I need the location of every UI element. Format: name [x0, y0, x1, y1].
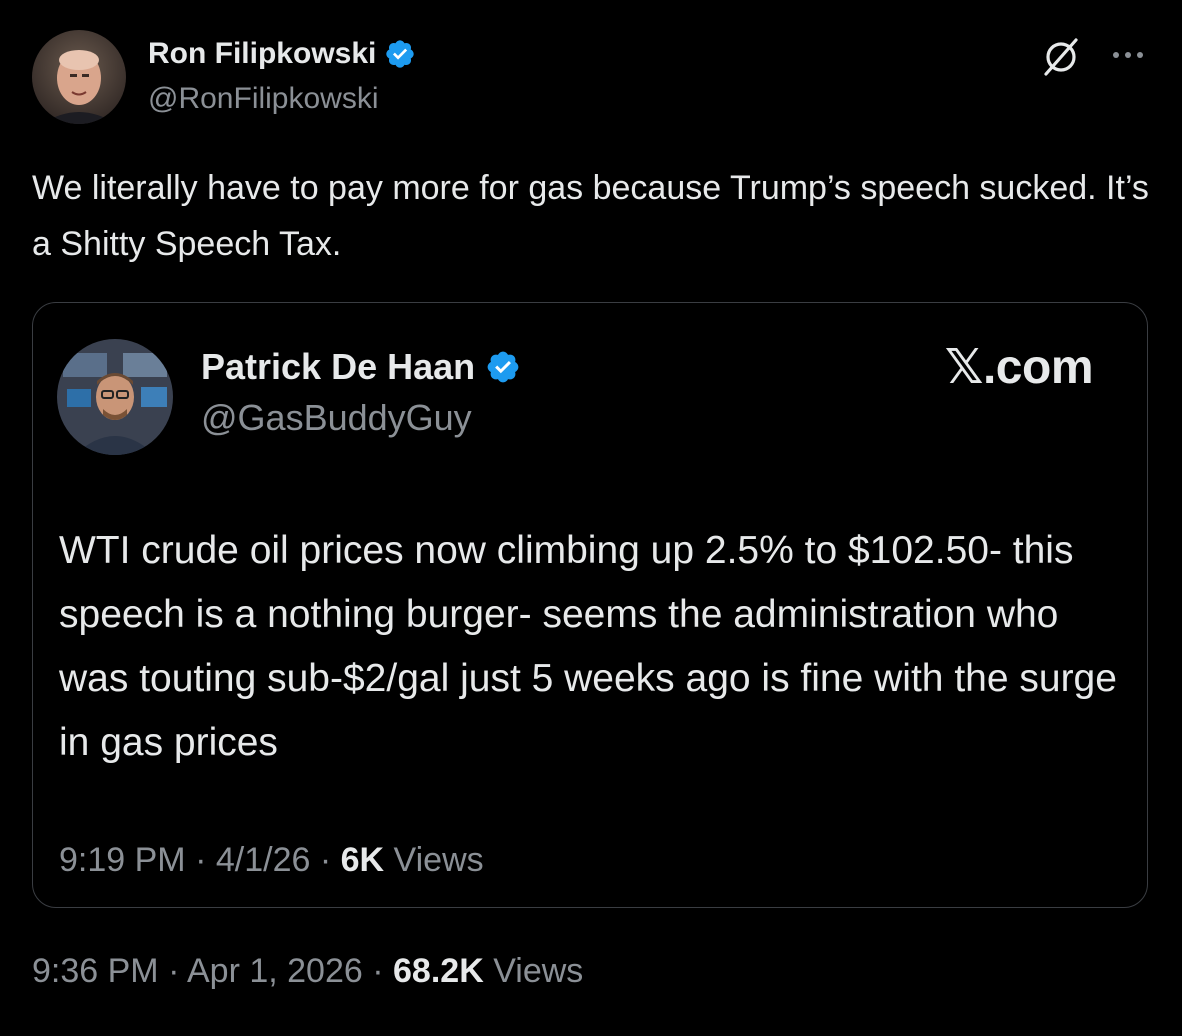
tweet-date[interactable]: Apr 1, 2026 [187, 952, 363, 990]
quote-text: WTI crude oil prices now climbing up 2.5… [59, 529, 1117, 764]
author-avatar[interactable] [32, 30, 126, 124]
quote-author-avatar[interactable] [57, 339, 173, 455]
x-com-watermark: 𝕏.com [944, 341, 1094, 394]
verified-badge-icon [386, 40, 415, 68]
tweet: Ron Filipkowski @RonFilipkowski We liter… [0, 0, 1182, 1036]
author-name[interactable]: Ron Filipkowski [148, 37, 376, 71]
author-handle[interactable]: @RonFilipkowski [148, 82, 379, 116]
verified-badge-icon [487, 351, 519, 383]
tweet-views-label[interactable]: Views [493, 952, 583, 990]
tweet-metadata: 9:36 PM · Apr 1, 2026 · 68.2K Views [32, 952, 583, 991]
quote-time: 9:19 PM [59, 841, 186, 879]
tweet-views-count[interactable]: 68.2K [393, 952, 484, 990]
quote-author-handle[interactable]: @GasBuddyGuy [201, 397, 472, 439]
quoted-tweet-card[interactable]: Patrick De Haan @GasBuddyGuy 𝕏.com WTI c… [32, 302, 1148, 908]
quote-metadata: 9:19 PM · 4/1/26 · 6K Views [59, 841, 484, 880]
separator: · [168, 952, 180, 990]
separator: · [372, 952, 384, 990]
separator: · [195, 841, 207, 879]
author-name-row[interactable]: Ron Filipkowski [148, 34, 416, 74]
separator: · [319, 841, 332, 879]
quote-views-count: 6K [340, 841, 385, 879]
grok-icon[interactable] [1036, 32, 1086, 82]
tweet-time[interactable]: 9:36 PM [32, 952, 159, 990]
tweet-text: We literally have to pay more for gas be… [32, 169, 1149, 263]
quote-views-label: Views [393, 841, 484, 879]
quote-author-name-row[interactable]: Patrick De Haan [201, 345, 521, 389]
more-options-icon[interactable] [1108, 40, 1148, 70]
quote-author-name[interactable]: Patrick De Haan [201, 346, 475, 388]
quote-date: 4/1/26 [215, 841, 311, 879]
